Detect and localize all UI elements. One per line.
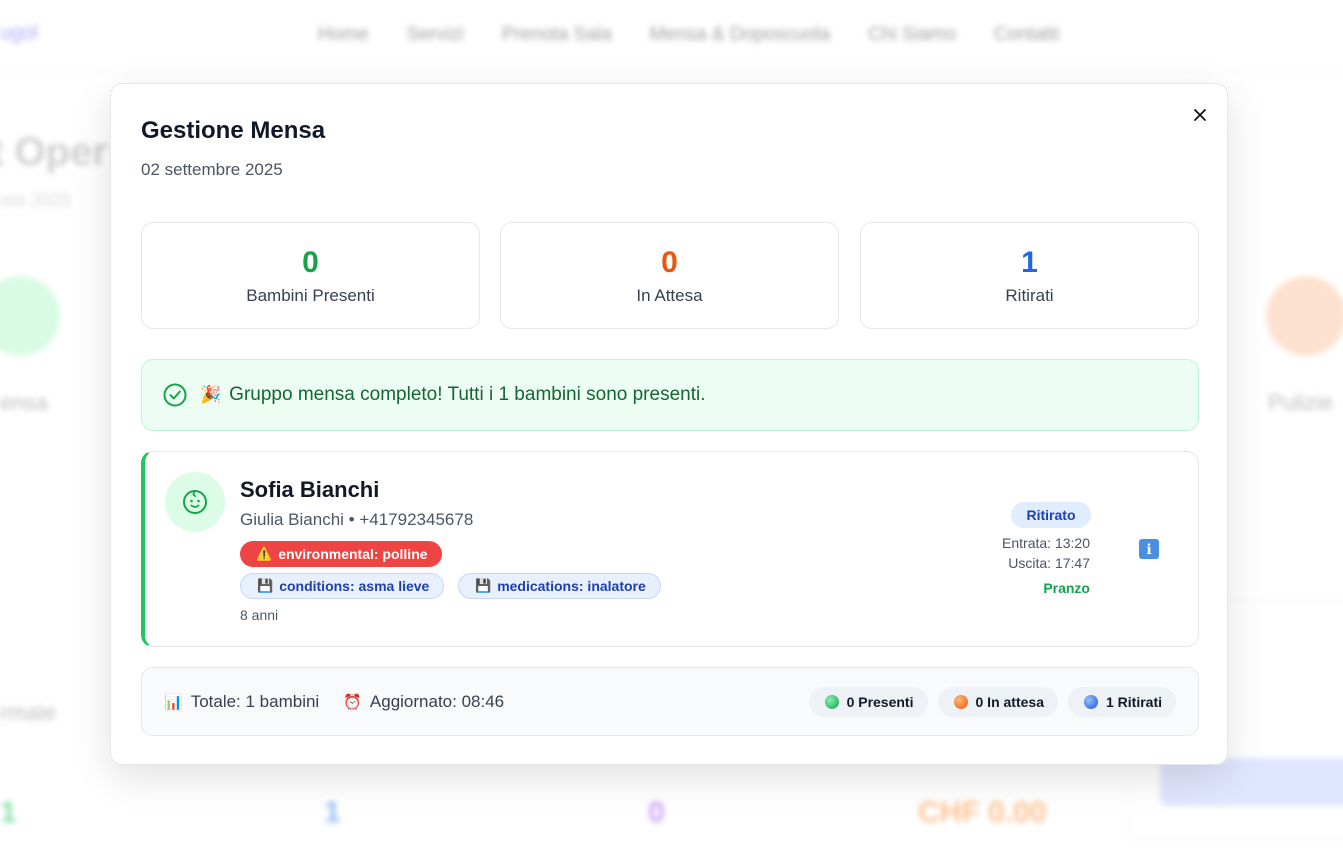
modal-date: 02 settembre 2025 — [141, 160, 283, 179]
cafeteria-modal: Gestione Mensa 02 settembre 2025 0 Bambi… — [110, 83, 1228, 765]
background-nav-item: Mensa & Doposcuola — [649, 24, 831, 45]
success-alert: 🎉 Gruppo mensa completo! Tutti i 1 bambin… — [141, 359, 1199, 431]
entry-time: Entrata: 13:20 — [1002, 535, 1090, 551]
updated-time: Aggiornato: 08:46 — [369, 691, 505, 711]
stat-label: Ritirati — [1005, 286, 1054, 305]
meal-type: Pranzo — [1043, 580, 1090, 596]
bar-chart-icon: 📊 — [164, 693, 183, 711]
background-button — [1160, 758, 1343, 806]
background-stat: 0 — [648, 796, 665, 829]
waiting-chip: 0 In attesa — [937, 686, 1058, 717]
child-name: Sofia Bianchi — [240, 477, 380, 502]
background-nav-item: Home — [318, 24, 369, 45]
background-label: ensa — [0, 390, 48, 415]
stat-card-waiting: 0 In Attesa — [500, 222, 839, 329]
background-nav-item: Servizi — [406, 24, 464, 45]
baby-face-icon — [183, 490, 207, 514]
info-icon[interactable]: ℹ — [1139, 539, 1159, 559]
alarm-clock-icon: ⏰ — [343, 693, 362, 711]
parent-contact: Giulia Bianchi • +41792345678 — [240, 510, 474, 529]
background-logo: ugol — [0, 22, 38, 44]
medication-tag: 💾 medications: inalatore — [458, 573, 661, 599]
close-icon — [1194, 109, 1206, 121]
background-stat: CHF 0.00 — [918, 796, 1047, 829]
present-chip: 0 Presenti — [808, 686, 928, 717]
chip-text: 1 Ritirati — [1105, 693, 1162, 710]
summary-footer: 📊 Totale: 1 bambini ⏰ Aggiornato: 08:46 … — [141, 667, 1199, 736]
exit-time: Uscita: 17:47 — [1008, 555, 1090, 571]
condition-tag: 💾 conditions: asma lieve — [240, 573, 445, 599]
tag-text: medications: inalatore — [497, 578, 646, 594]
check-circle-icon — [163, 383, 187, 407]
alert-message: Gruppo mensa completo! Tutti i 1 bambini… — [229, 384, 706, 405]
background-green-circle — [0, 276, 60, 356]
stat-value: 0 — [302, 246, 319, 279]
stat-value: 1 — [1021, 246, 1038, 279]
background-subtitle: ore 2025 — [0, 190, 72, 210]
stat-card-picked-up: 1 Ritirati — [860, 222, 1199, 329]
background-stat: 1 — [324, 796, 341, 829]
orange-dot-icon — [953, 694, 968, 709]
floppy-disk-icon: 💾 — [257, 578, 274, 593]
chip-text: 0 In attesa — [975, 693, 1044, 710]
background-nav-item: Contatti — [993, 24, 1060, 45]
background-nav-item: Chi Siamo — [868, 24, 956, 45]
total-count: Totale: 1 bambini — [190, 691, 320, 711]
child-card[interactable]: Sofia Bianchi Giulia Bianchi • +41792345… — [141, 451, 1199, 647]
green-dot-icon — [824, 694, 839, 709]
background-navbar: ugol Home Servizi Prenota Sala Mensa & D… — [0, 0, 1343, 72]
modal-title: Gestione Mensa — [141, 117, 326, 144]
tag-text: environmental: polline — [278, 546, 428, 562]
warning-icon: ⚠️ — [256, 546, 273, 561]
background-label: rmate — [0, 700, 57, 725]
chip-text: 0 Presenti — [846, 693, 914, 710]
floppy-disk-icon: 💾 — [475, 578, 492, 593]
avatar — [165, 472, 225, 532]
stat-label: In Attesa — [636, 286, 703, 305]
stat-card-present: 0 Bambini Presenti — [141, 222, 480, 329]
stat-label: Bambini Presenti — [246, 286, 375, 305]
tag-text: conditions: asma lieve — [279, 578, 430, 594]
picked-up-chip: 1 Ritirati — [1067, 686, 1176, 717]
status-badge: Ritirato — [1011, 502, 1091, 528]
background-orange-circle — [1266, 276, 1343, 356]
blue-dot-icon — [1083, 694, 1098, 709]
background-label: Pulizie — [1268, 390, 1333, 415]
allergy-tag: ⚠️ environmental: polline — [240, 541, 442, 567]
background-stat: 1 — [0, 796, 17, 829]
background-nav-item: Prenota Sala — [501, 24, 612, 45]
child-age: 8 anni — [240, 607, 279, 623]
close-button[interactable] — [1189, 104, 1211, 126]
party-icon: 🎉 — [200, 385, 222, 404]
stat-value: 0 — [661, 246, 678, 279]
background-title: t Oper — [0, 130, 108, 174]
